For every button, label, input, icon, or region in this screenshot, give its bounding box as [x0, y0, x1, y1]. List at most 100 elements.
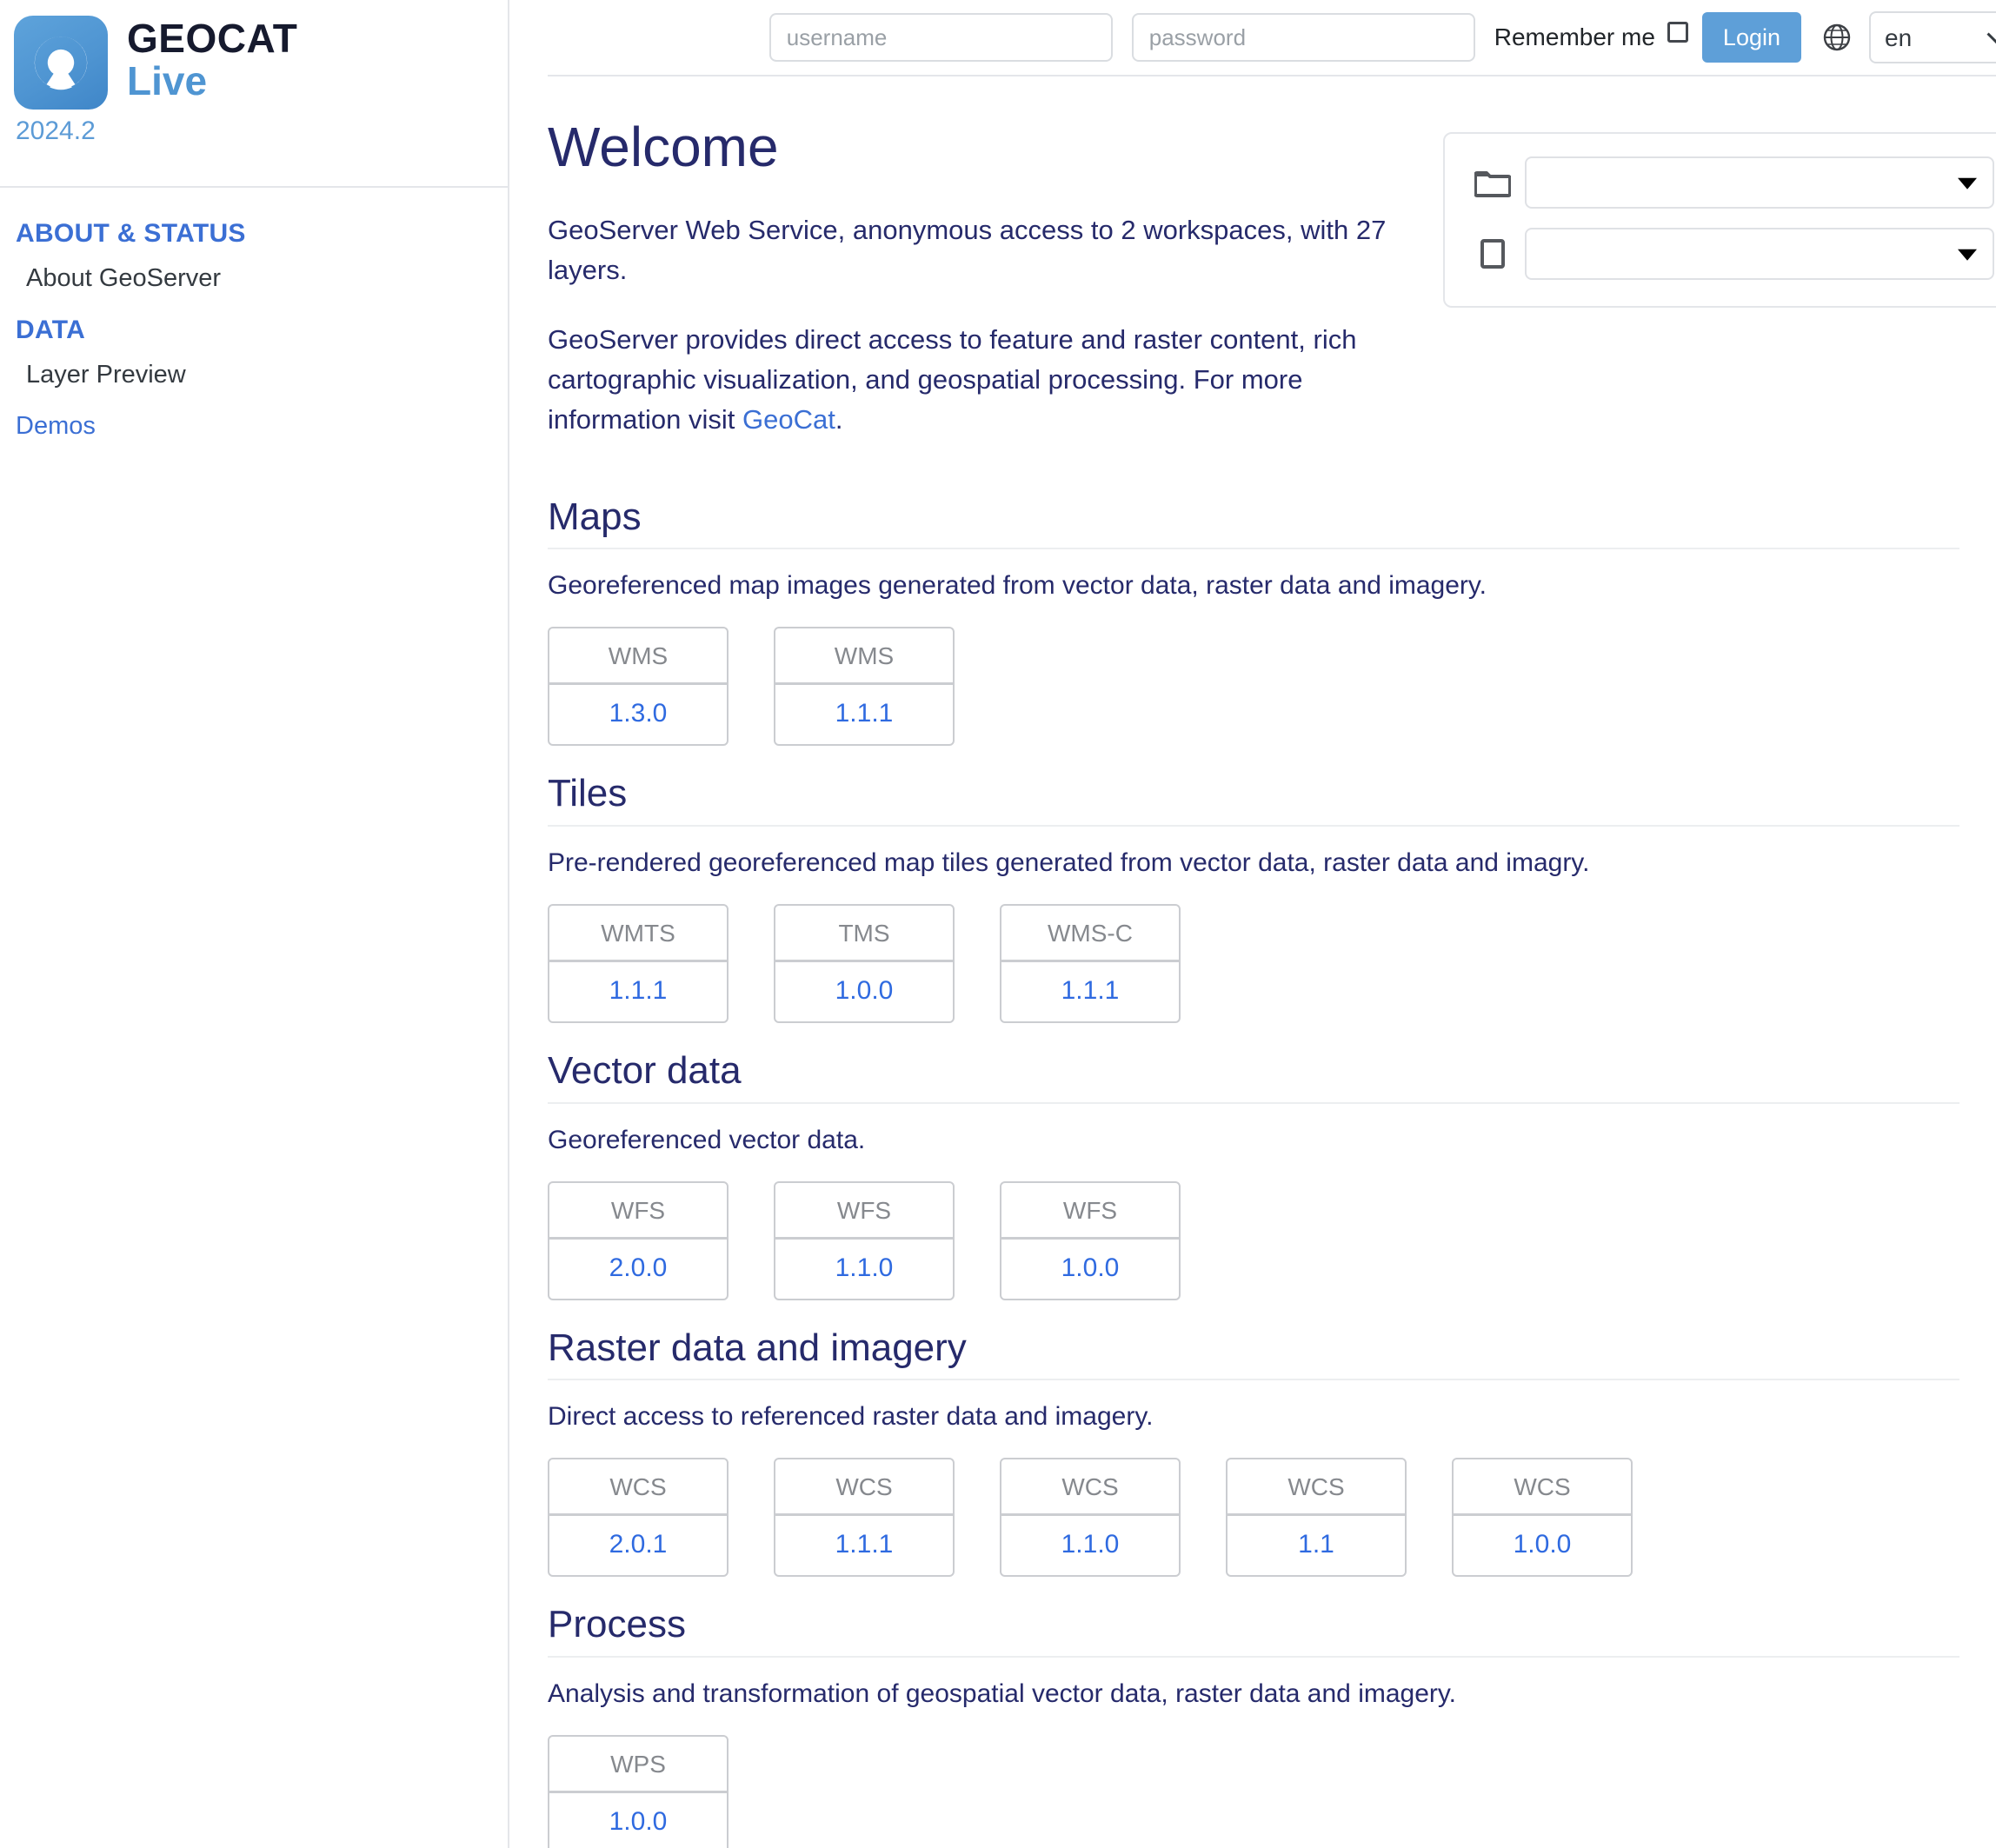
welcome-summary: GeoServer Web Service, anonymous access … — [548, 215, 1387, 286]
geocat-link[interactable]: GeoCat — [742, 404, 835, 435]
service-card[interactable]: WCS 1.1.1 — [774, 1458, 955, 1578]
workspace-select-wrapper — [1525, 156, 1994, 209]
welcome-description-text-after: . — [835, 403, 843, 435]
app-root: GEOCAT Live 2024.2 ABOUT & STATUS About … — [0, 0, 1996, 1848]
layer-select-wrapper — [1525, 228, 1994, 280]
service-card-version[interactable]: 1.0.0 — [775, 962, 953, 1021]
service-card-version[interactable]: 1.1.0 — [775, 1240, 953, 1299]
service-card-name: WFS — [1001, 1183, 1179, 1240]
section-maps: Maps Georeferenced map images generated … — [548, 495, 1996, 747]
service-card-name: WFS — [775, 1183, 953, 1240]
language-select-wrapper: en — [1869, 11, 1996, 63]
section-raster-data-and-imagery: Raster data and imagery Direct access to… — [548, 1326, 1996, 1578]
section-title-vector-data: Vector data — [548, 1048, 742, 1092]
service-card-name: WCS — [775, 1459, 953, 1517]
service-card-name: WMS — [775, 628, 953, 686]
section-title-tiles: Tiles — [548, 772, 628, 815]
service-card-name: WPS — [549, 1737, 727, 1793]
service-card-name: WMS — [549, 628, 727, 686]
section-description-vector-data: Georeferenced vector data. — [548, 1125, 866, 1154]
service-card-version[interactable]: 2.0.1 — [549, 1516, 727, 1575]
service-card[interactable]: WFS 1.1.0 — [774, 1180, 955, 1300]
sidebar-item-demos[interactable]: Demos — [0, 400, 508, 451]
remember-me-checkbox[interactable] — [1667, 22, 1688, 43]
welcome-text-column: Welcome GeoServer Web Service, anonymous… — [548, 116, 1408, 469]
content-area: Welcome GeoServer Web Service, anonymous… — [509, 76, 1996, 1848]
folder-icon — [1474, 167, 1525, 198]
service-card-version[interactable]: 1.1.0 — [1001, 1516, 1179, 1575]
service-card-name: WCS — [1454, 1459, 1631, 1517]
service-cards-tiles: WMTS 1.1.1 TMS 1.0.0 WMS-C 1.1.1 — [548, 903, 1996, 1023]
section-description-tiles: Pre-rendered georeferenced map tiles gen… — [548, 848, 1590, 877]
service-card[interactable]: WFS 1.0.0 — [1000, 1180, 1181, 1300]
brand-names: GEOCAT Live — [108, 16, 297, 104]
service-card-name: WMS-C — [1001, 906, 1179, 962]
sidebar-group-header-data: DATA — [16, 316, 86, 344]
main-content: Remember me Login en — [509, 0, 1996, 1848]
service-card-version[interactable]: 1.0.0 — [1454, 1516, 1631, 1575]
service-card[interactable]: WMS-C 1.1.1 — [1000, 903, 1181, 1023]
sidebar-item-layer-preview[interactable]: Layer Preview — [0, 350, 508, 400]
login-button[interactable]: Login — [1701, 12, 1801, 63]
globe-icon — [1822, 23, 1852, 52]
welcome-description-text-before: GeoServer provides direct access to feat… — [548, 324, 1357, 435]
username-input[interactable] — [768, 13, 1113, 62]
service-card[interactable]: WCS 1.1 — [1226, 1458, 1407, 1578]
app-version: 2024.2 — [16, 116, 96, 145]
service-card[interactable]: WMS 1.3.0 — [548, 627, 729, 747]
service-cards-maps: WMS 1.3.0 WMS 1.1.1 — [548, 627, 1996, 747]
brand-name-top: GEOCAT — [127, 16, 298, 61]
welcome-description: GeoServer provides direct access to feat… — [548, 320, 1408, 440]
service-card[interactable]: TMS 1.0.0 — [774, 903, 955, 1023]
service-card-version[interactable]: 1.1.1 — [775, 1516, 953, 1575]
service-card[interactable]: WCS 1.1.0 — [1000, 1458, 1181, 1578]
section-description-raster-data-and-imagery: Direct access to referenced raster data … — [548, 1402, 1154, 1432]
section-rule-raster-data-and-imagery — [548, 1379, 1959, 1381]
service-card-version[interactable]: 2.0.0 — [549, 1240, 727, 1299]
page-title: Welcome — [548, 116, 779, 178]
service-card-version[interactable]: 1.0.0 — [1001, 1240, 1179, 1299]
service-card-version[interactable]: 1.1.1 — [775, 685, 953, 744]
service-card[interactable]: WCS 2.0.1 — [548, 1458, 729, 1578]
section-vector-data: Vector data Georeferenced vector data. W… — [548, 1049, 1996, 1300]
section-description-maps: Georeferenced map images generated from … — [548, 571, 1487, 601]
layer-selector-row — [1474, 228, 1994, 280]
brand-header[interactable]: GEOCAT Live — [0, 0, 508, 110]
section-title-process: Process — [548, 1603, 686, 1646]
language-select[interactable]: en — [1869, 11, 1996, 63]
service-card-version[interactable]: 1.0.0 — [549, 1793, 727, 1848]
section-title-raster-data-and-imagery: Raster data and imagery — [548, 1326, 967, 1369]
service-cards-vector-data: WFS 2.0.0 WFS 1.1.0 WFS 1.0.0 — [548, 1180, 1996, 1300]
section-process: Process Analysis and transformation of g… — [548, 1603, 1996, 1848]
login-bar: Remember me Login en — [509, 0, 1996, 75]
layer-page-icon — [1474, 238, 1525, 269]
workspace-selector-row — [1474, 156, 1994, 209]
sidebar: GEOCAT Live 2024.2 ABOUT & STATUS About … — [0, 0, 509, 1848]
service-card[interactable]: WMTS 1.1.1 — [548, 903, 729, 1023]
brand-name-bottom: Live — [127, 58, 208, 104]
service-card-version[interactable]: 1.3.0 — [549, 685, 727, 744]
sidebar-nav: ABOUT & STATUS About GeoServer DATA Laye… — [0, 188, 508, 451]
service-card[interactable]: WPS 1.0.0 — [548, 1734, 729, 1848]
remember-me-label: Remember me — [1494, 23, 1655, 50]
service-card[interactable]: WFS 2.0.0 — [548, 1180, 729, 1300]
service-card-version[interactable]: 1.1.1 — [549, 962, 727, 1021]
password-input[interactable] — [1131, 13, 1475, 62]
section-tiles: Tiles Pre-rendered georeferenced map til… — [548, 772, 1996, 1023]
service-card[interactable]: WCS 1.0.0 — [1452, 1458, 1633, 1578]
section-rule-vector-data — [548, 1101, 1959, 1104]
service-card-version[interactable]: 1.1 — [1228, 1516, 1405, 1575]
service-card-name: TMS — [775, 906, 953, 962]
workspace-select[interactable] — [1525, 156, 1994, 209]
welcome-row: Welcome GeoServer Web Service, anonymous… — [548, 76, 1996, 469]
service-card-version[interactable]: 1.1.1 — [1001, 962, 1179, 1021]
sidebar-item-about-geoserver[interactable]: About GeoServer — [0, 254, 508, 303]
section-description-process: Analysis and transformation of geospatia… — [548, 1678, 1457, 1708]
service-card-name: WFS — [549, 1183, 727, 1240]
service-card-name: WCS — [1228, 1459, 1405, 1517]
layer-select[interactable] — [1525, 228, 1994, 280]
service-card[interactable]: WMS 1.1.1 — [774, 627, 955, 747]
service-cards-process: WPS 1.0.0 — [548, 1734, 1996, 1848]
geocat-radar-logo-icon — [14, 16, 108, 110]
section-rule-process — [548, 1655, 1959, 1658]
